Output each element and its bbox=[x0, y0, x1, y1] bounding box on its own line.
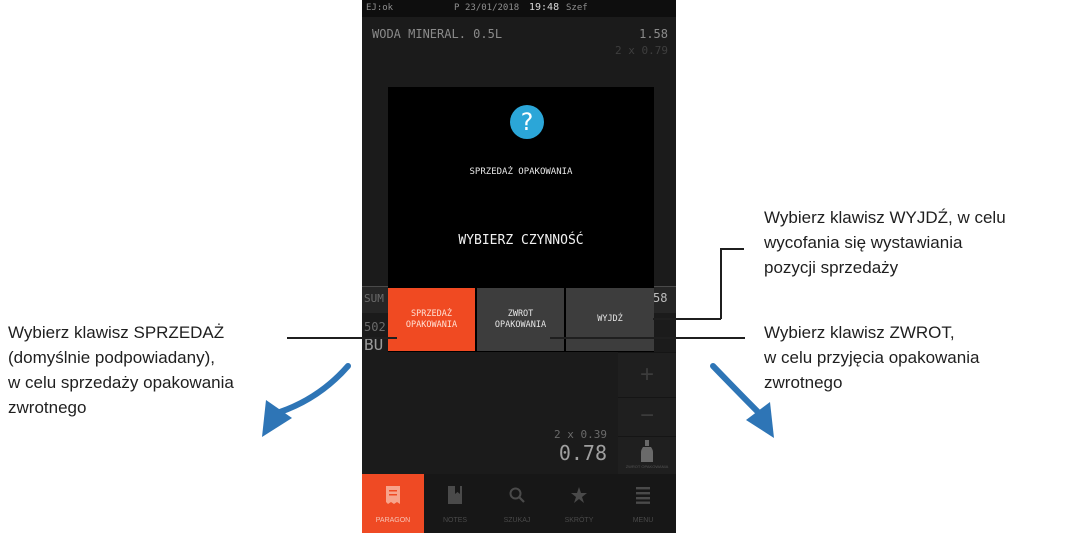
arrows-layer bbox=[262, 363, 774, 438]
curved-arrow-right-icon bbox=[710, 363, 774, 438]
curved-arrow-left-icon bbox=[262, 363, 351, 437]
